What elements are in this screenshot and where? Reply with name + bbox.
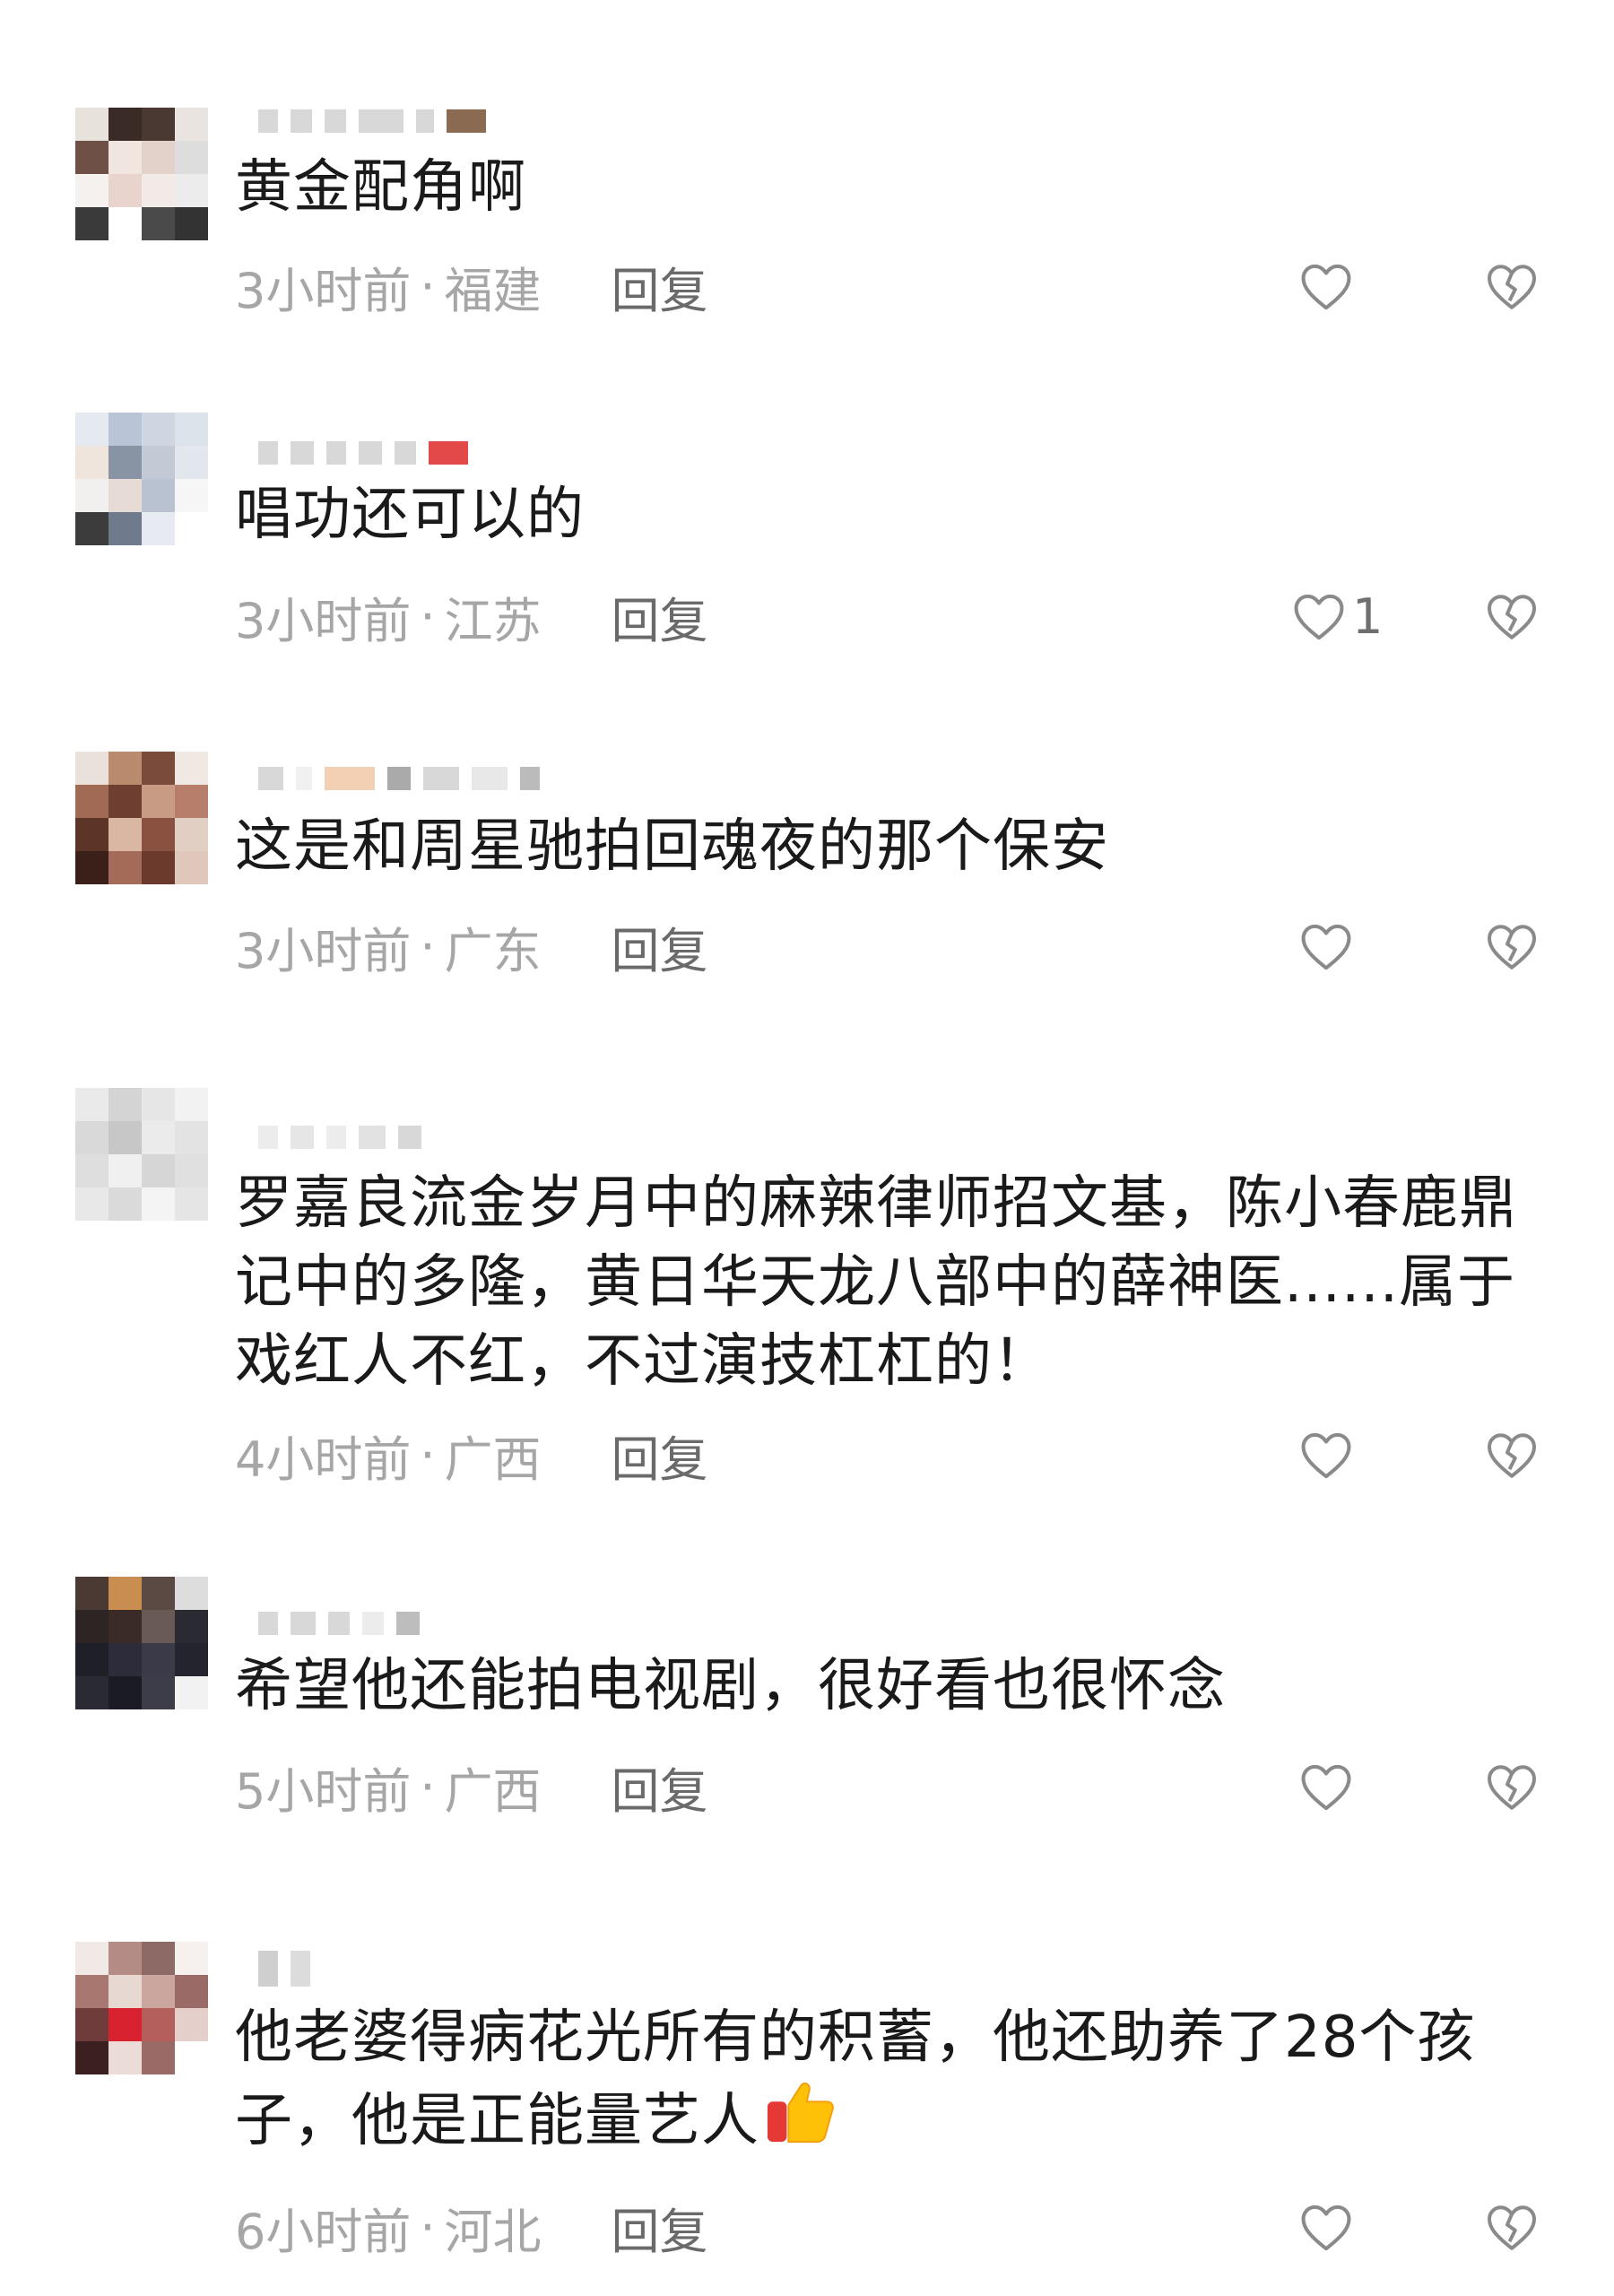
comment-text: 黄金配角啊 — [235, 154, 526, 221]
like-button[interactable] — [1298, 255, 1370, 317]
comment-meta: 3小时前 · 广东 回复 — [235, 915, 708, 979]
heart-outline-icon — [1301, 2205, 1351, 2251]
comment-location: 江苏 — [444, 592, 542, 649]
comment-meta: 6小时前 · 河北 回复 — [235, 2196, 708, 2260]
username-blurred[interactable] — [258, 103, 486, 139]
broken-heart-icon — [1488, 2205, 1536, 2250]
comment-meta: 3小时前 · 江苏 回复 — [235, 585, 708, 649]
comment-time: 6小时前 — [235, 2203, 412, 2260]
dislike-button[interactable] — [1485, 1755, 1548, 1818]
broken-heart-icon — [1488, 925, 1536, 970]
like-button[interactable] — [1298, 1755, 1370, 1818]
broken-heart-icon — [1488, 1433, 1536, 1478]
heart-outline-icon — [1301, 264, 1351, 310]
username-blurred[interactable] — [258, 435, 468, 471]
dislike-button[interactable] — [1485, 915, 1548, 978]
comment-location: 广西 — [444, 1762, 542, 1820]
comment-time: 3小时前 — [235, 922, 412, 979]
reply-button[interactable]: 回复 — [612, 1420, 708, 1491]
comment-location: 福建 — [444, 262, 542, 319]
meta-separator: · — [420, 587, 436, 645]
avatar[interactable] — [75, 1577, 208, 1709]
reply-button[interactable]: 回复 — [612, 1752, 708, 1822]
username-blurred[interactable] — [258, 761, 540, 796]
comment-time: 4小时前 — [235, 1431, 412, 1488]
reply-button[interactable]: 回复 — [612, 2192, 708, 2263]
reply-button[interactable]: 回复 — [612, 581, 708, 652]
comment-location: 河北 — [444, 2203, 542, 2260]
meta-separator: · — [420, 1758, 436, 1815]
heart-outline-icon — [1301, 924, 1351, 970]
username-blurred[interactable] — [258, 1951, 310, 1987]
comment-text: 罗嘉良流金岁月中的麻辣律师招文基，陈小春鹿鼎记中的多隆，黄日华天龙八部中的薛神医… — [235, 1170, 1517, 1395]
meta-separator: · — [420, 1426, 436, 1483]
heart-outline-icon — [1301, 1432, 1351, 1479]
reply-button[interactable]: 回复 — [612, 251, 708, 322]
avatar[interactable] — [75, 108, 208, 240]
meta-separator: · — [420, 918, 436, 975]
meta-separator: · — [420, 257, 436, 315]
like-button[interactable] — [1298, 915, 1370, 978]
broken-heart-icon — [1488, 1765, 1536, 1810]
comment-meta: 4小时前 · 广西 回复 — [235, 1423, 708, 1488]
thumbs-up-emoji-icon — [767, 2083, 834, 2144]
avatar[interactable] — [75, 1942, 208, 2074]
comment-time: 3小时前 — [235, 592, 412, 649]
comment-meta: 5小时前 · 广西 回复 — [235, 1755, 708, 1820]
comment-text: 这是和周星驰拍回魂夜的那个保安 — [235, 813, 1109, 880]
comment-text-content: 他老婆得病花光所有的积蓄，他还助养了28个孩子，他是正能量艺人 — [235, 2005, 1476, 2154]
comment-text: 他老婆得病花光所有的积蓄，他还助养了28个孩子，他是正能量艺人 — [235, 1998, 1544, 2161]
like-button[interactable]: 1 — [1291, 585, 1399, 648]
avatar[interactable] — [75, 1088, 208, 1221]
comment-meta: 3小时前 · 福建 回复 — [235, 255, 708, 319]
comment-time: 3小时前 — [235, 262, 412, 319]
comment-location: 广东 — [444, 922, 542, 979]
dislike-button[interactable] — [1485, 1423, 1548, 1486]
like-count: 1 — [1352, 587, 1384, 645]
username-blurred[interactable] — [258, 1119, 421, 1155]
comment-text: 希望他还能拍电视剧，很好看也很怀念 — [235, 1653, 1226, 1719]
dislike-button[interactable] — [1485, 585, 1548, 648]
avatar[interactable] — [75, 752, 208, 884]
heart-outline-icon — [1301, 1764, 1351, 1811]
broken-heart-icon — [1488, 595, 1536, 639]
avatar[interactable] — [75, 413, 208, 545]
comment-time: 5小时前 — [235, 1762, 412, 1820]
meta-separator: · — [420, 2198, 436, 2256]
comment-text: 唱功还可以的 — [235, 482, 585, 548]
broken-heart-icon — [1488, 265, 1536, 309]
dislike-button[interactable] — [1485, 2196, 1548, 2258]
username-blurred[interactable] — [258, 1605, 420, 1641]
like-button[interactable] — [1298, 2196, 1370, 2258]
heart-outline-icon — [1294, 594, 1344, 640]
comment-location: 广西 — [444, 1431, 542, 1488]
like-button[interactable] — [1298, 1423, 1370, 1486]
reply-button[interactable]: 回复 — [612, 911, 708, 982]
dislike-button[interactable] — [1485, 255, 1548, 317]
